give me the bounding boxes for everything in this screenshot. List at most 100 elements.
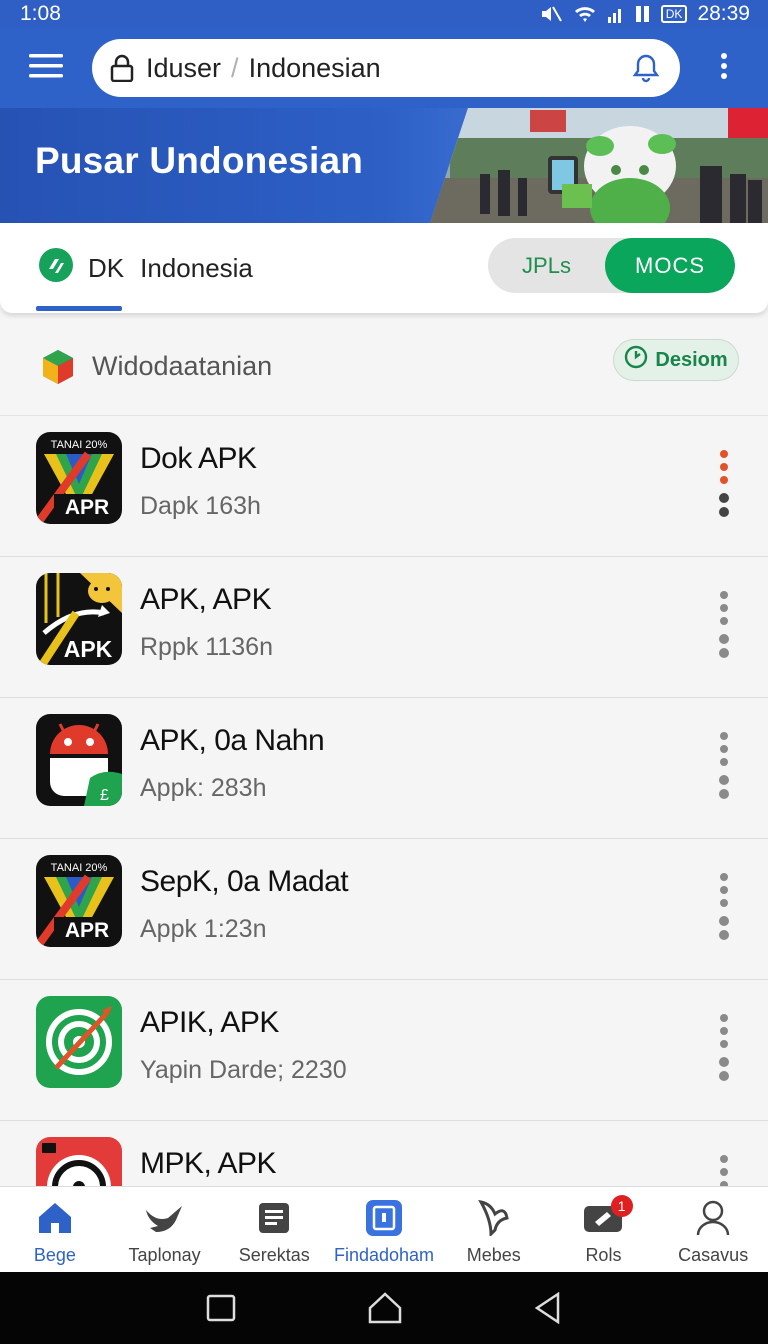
nav-item-serektas[interactable]: Serektas <box>219 1187 329 1272</box>
more-vert-icon[interactable] <box>712 1014 736 1090</box>
recents-icon[interactable] <box>206 1294 236 1322</box>
mute-icon <box>539 4 563 24</box>
banner-title: Pusar Undonesian <box>35 140 364 181</box>
android-robot-icon: £ <box>36 714 122 806</box>
list-item[interactable]: APIK, APK Yapin Darde; 2230 <box>0 980 768 1121</box>
region-bar: DK Indonesia JPLs MOCS <box>0 223 768 313</box>
url-separator: / <box>231 52 239 83</box>
svg-text:TANAI 20%: TANAI 20% <box>51 862 108 874</box>
signal-icon <box>607 4 625 24</box>
svg-text:APR: APR <box>65 496 109 519</box>
status-clock-right: 28:39 <box>697 2 750 25</box>
segment-mocs[interactable]: MOCS <box>605 238 735 293</box>
app-name: APIK, APK <box>140 1006 279 1039</box>
bird-icon <box>144 1199 186 1237</box>
target-icon <box>36 996 122 1088</box>
more-vert-icon[interactable] <box>712 732 736 808</box>
region-code: DK <box>88 253 125 283</box>
url-right: Indonesian <box>248 52 381 83</box>
status-icons: DK 28:39 <box>539 2 750 26</box>
nav-item-rols[interactable]: 1 Rols <box>549 1187 659 1272</box>
more-vert-icon[interactable] <box>712 450 736 526</box>
system-nav-bar <box>0 1272 768 1344</box>
app-name: APK, APK <box>140 583 272 616</box>
notification-badge: 1 <box>610 1195 633 1217</box>
app-subtitle: Appk: 283h <box>140 774 267 802</box>
more-vert-icon[interactable] <box>712 1155 736 1186</box>
section-title: Widodaatanian <box>92 351 273 381</box>
more-vert-icon <box>720 52 728 84</box>
menu-button[interactable] <box>0 28 92 108</box>
segment-control: JPLs MOCS <box>488 238 735 293</box>
app-subtitle: Appk 1:23n <box>140 915 267 943</box>
svg-text:£: £ <box>100 787 109 804</box>
nav-item-bege[interactable]: Bege <box>0 1187 110 1272</box>
status-bar: 1:08 DK 28:39 <box>0 0 768 28</box>
nav-item-mebes[interactable]: Mebes <box>439 1187 549 1272</box>
battery-bars-icon <box>635 4 651 24</box>
apk-icon: APK <box>36 573 122 665</box>
list-item[interactable]: TANAI 20% APR Dok APK Dapk 163h <box>0 416 768 557</box>
app-name: MPK, APK <box>140 1147 277 1180</box>
menu-icon <box>29 53 63 83</box>
url-left: Iduser <box>146 52 222 83</box>
desiom-label: Desiom <box>655 348 728 371</box>
battery-icon: DK <box>660 5 688 23</box>
app-list: TANAI 20% APR Dok APK Dapk 163h APK APK,… <box>0 416 768 1186</box>
more-vert-icon[interactable] <box>712 873 736 949</box>
nav-label: Casavus <box>678 1245 749 1265</box>
refresh-icon <box>624 345 648 375</box>
list-item[interactable]: TANAI 20% APR SepK, 0a Madat Appk 1:23n <box>0 839 768 980</box>
nav-item-casavus[interactable]: Casavus <box>658 1187 768 1272</box>
app-subtitle: Rppk 1136n <box>140 633 273 661</box>
home-button-icon[interactable] <box>368 1292 402 1324</box>
segment-jpls[interactable]: JPLs <box>488 238 605 293</box>
promo-banner[interactable]: Pusar Undonesian <box>0 108 768 223</box>
bottom-nav: Bege Taplonay Serektas Findadoham Mebes … <box>0 1186 768 1272</box>
back-icon[interactable] <box>534 1292 562 1324</box>
nav-label: Serektas <box>238 1245 310 1265</box>
more-button[interactable] <box>680 28 768 108</box>
apr-icon: TANAI 20% APR <box>36 855 122 947</box>
app-subtitle: Dapk 163h <box>140 492 261 520</box>
leaf-icon <box>477 1199 511 1237</box>
nav-label: Rols <box>585 1245 622 1265</box>
desiom-button[interactable]: Desiom <box>613 339 739 381</box>
svg-text:TANAI 20%: TANAI 20% <box>51 439 108 451</box>
nav-label: Findadoham <box>333 1245 435 1265</box>
svg-text:APR: APR <box>65 919 109 942</box>
list-icon <box>257 1199 291 1237</box>
region-tab-indicator <box>36 306 122 311</box>
apr-icon: TANAI 20% APR <box>36 432 122 524</box>
nav-label: Mebes <box>466 1245 521 1265</box>
region-name: Indonesia <box>140 253 253 283</box>
download-box-icon <box>365 1199 403 1237</box>
app-name: APK, 0a Nahn <box>140 724 325 757</box>
nav-label: Bege <box>33 1245 76 1265</box>
list-item[interactable]: £ APK, 0a Nahn Appk: 283h <box>0 698 768 839</box>
person-icon <box>695 1199 731 1237</box>
list-item[interactable]: MPK, APK <box>0 1121 768 1186</box>
svg-text:APK: APK <box>64 636 113 662</box>
clock-icon <box>36 1137 122 1186</box>
lock-icon <box>110 54 134 82</box>
app-name: SepK, 0a Madat <box>140 865 349 898</box>
bell-icon[interactable] <box>632 53 660 83</box>
list-item[interactable]: APK APK, APK Rppk 1136n <box>0 557 768 698</box>
app-bar: Iduser / Indonesian <box>0 28 768 108</box>
region-flag-icon <box>38 247 74 290</box>
status-time: 1:08 <box>20 2 61 25</box>
nav-item-taplonay[interactable]: Taplonay <box>110 1187 220 1272</box>
more-vert-icon[interactable] <box>712 591 736 667</box>
url-bar[interactable]: Iduser / Indonesian <box>92 39 680 97</box>
cube-logo-icon <box>38 347 78 387</box>
region-selector[interactable]: DK Indonesia <box>38 247 253 290</box>
app-name: Dok APK <box>140 442 257 475</box>
home-icon <box>37 1199 73 1237</box>
nav-item-findadoham[interactable]: Findadoham <box>329 1187 439 1272</box>
app-subtitle: Yapin Darde; 2230 <box>140 1056 347 1084</box>
section-header: Widodaatanian Desiom <box>0 318 768 416</box>
wifi-icon <box>573 4 597 24</box>
nav-label: Taplonay <box>128 1245 201 1265</box>
banner-photo <box>430 108 768 223</box>
